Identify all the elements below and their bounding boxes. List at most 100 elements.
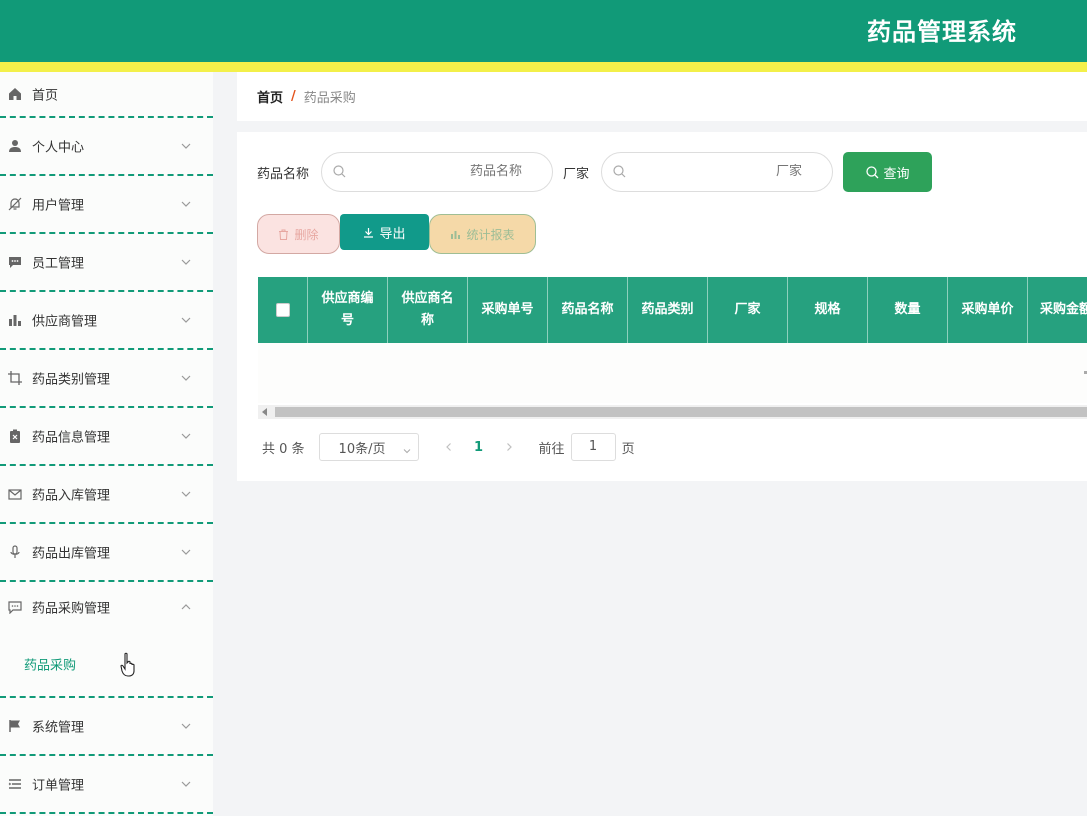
select-all-checkbox[interactable]: [275, 303, 290, 317]
table-empty-body: [258, 343, 1087, 403]
sidebar-item-label: 首页: [32, 88, 59, 104]
column-header[interactable]: 药品名称: [548, 277, 628, 343]
search-icon: [333, 165, 346, 178]
sidebar-item-orders[interactable]: 订单管理: [0, 756, 213, 814]
delete-button[interactable]: 删除: [257, 214, 340, 254]
pagination: 共 0 条 10条/页 1 前往 1 页: [262, 432, 635, 462]
horizontal-scrollbar[interactable]: [258, 405, 1087, 419]
sidebar-item-suppliers[interactable]: 供应商管理: [0, 292, 213, 350]
drug-name-input[interactable]: [372, 164, 523, 179]
crop-icon: [8, 371, 22, 385]
sidebar-item-stock-out[interactable]: 药品出库管理: [0, 524, 213, 582]
main-content: 首页 / 药品采购 药品名称 厂家 查询 删除: [237, 72, 1087, 481]
sidebar-item-label: 个人中心: [32, 140, 85, 156]
sidebar-item-label: 系统管理: [32, 720, 85, 736]
mail-icon: [8, 487, 22, 501]
column-header[interactable]: 数量: [868, 277, 948, 343]
search-icon: [613, 165, 626, 178]
sidebar: 首页 个人中心 用户管理 员工管理 供应商管理 药品类别管理 药品信息管理 药品…: [0, 72, 213, 816]
chat-icon: [8, 255, 22, 269]
drug-name-label: 药品名称: [257, 166, 310, 182]
flag-icon: [8, 719, 22, 733]
column-header[interactable]: 采购金额: [1028, 277, 1087, 343]
goto-page-input[interactable]: 1: [570, 433, 616, 461]
sidebar-item-label: 药品采购管理: [32, 601, 111, 617]
action-bar: 删除 导出 统计报表: [257, 214, 536, 254]
breadcrumb-separator: /: [291, 89, 296, 104]
chevron-down-icon: [180, 198, 192, 210]
sidebar-item-label: 用户管理: [32, 198, 85, 214]
search-icon: [865, 165, 878, 178]
chevron-up-icon: [180, 601, 192, 613]
column-header[interactable]: 厂家: [708, 277, 788, 343]
sidebar-item-drug-info[interactable]: 药品信息管理: [0, 408, 213, 466]
list-icon: [8, 777, 22, 791]
breadcrumb-current: 药品采购: [303, 91, 356, 106]
chevron-down-icon: [180, 546, 192, 558]
sidebar-item-system[interactable]: 系统管理: [0, 698, 213, 756]
sidebar-item-label: 药品类别管理: [32, 372, 111, 388]
search-bar: 药品名称 厂家 查询: [257, 152, 933, 192]
query-button[interactable]: 查询: [843, 152, 933, 192]
sidebar-item-label: 供应商管理: [32, 314, 98, 330]
chevron-down-icon: [180, 720, 192, 732]
breadcrumb-home[interactable]: 首页: [257, 87, 283, 106]
vendor-label: 厂家: [563, 166, 590, 182]
sidebar-subitem-drug-purchase[interactable]: 药品采购: [0, 632, 213, 698]
hand-cursor-icon: [119, 652, 139, 678]
sidebar-item-home[interactable]: 首页: [0, 72, 213, 118]
page-number[interactable]: 1: [459, 440, 499, 455]
sidebar-item-users[interactable]: 用户管理: [0, 176, 213, 234]
sidebar-item-staff[interactable]: 员工管理: [0, 234, 213, 292]
home-icon: [8, 87, 22, 101]
column-header[interactable]: 规格: [788, 277, 868, 343]
top-header: 药品管理系统: [0, 0, 1087, 62]
sidebar-item-label: 药品信息管理: [32, 430, 111, 446]
vendor-input-wrapper: [601, 152, 834, 192]
page-suffix: 页: [621, 441, 635, 457]
scroll-left-arrow-icon[interactable]: [262, 408, 267, 416]
sidebar-item-profile[interactable]: 个人中心: [0, 118, 213, 176]
query-button-label: 查询: [883, 165, 910, 181]
column-header[interactable]: 供应商编号: [308, 277, 388, 343]
column-header[interactable]: 采购单价: [948, 277, 1028, 343]
purchase-table-header: 供应商编号 供应商名称 采购单号 药品名称 药品类别 厂家 规格 数量 采购单价…: [258, 277, 1087, 343]
next-page-icon[interactable]: [499, 437, 519, 457]
sidebar-item-drug-categories[interactable]: 药品类别管理: [0, 350, 213, 408]
chevron-down-icon: [180, 314, 192, 326]
sidebar-item-purchase[interactable]: 药品采购管理: [0, 582, 213, 632]
delete-button-label: 删除: [294, 227, 319, 242]
sidebar-item-label: 订单管理: [32, 778, 85, 794]
chevron-down-icon: [180, 372, 192, 384]
scrollbar-thumb[interactable]: [275, 407, 1087, 417]
sidebar-item-label: 药品出库管理: [32, 546, 111, 562]
chevron-down-icon: [180, 488, 192, 500]
sidebar-item-stock-in[interactable]: 药品入库管理: [0, 466, 213, 524]
column-header[interactable]: 供应商名称: [388, 277, 468, 343]
sidebar-item-label: 药品入库管理: [32, 488, 111, 504]
export-button-label: 导出: [379, 226, 406, 242]
download-icon: [364, 227, 374, 238]
content-panel: 药品名称 厂家 查询 删除 导出: [237, 132, 1087, 481]
user-icon: [8, 139, 22, 153]
header-accent-bar: [0, 62, 1087, 72]
column-header[interactable]: 药品类别: [628, 277, 708, 343]
message-dots-icon: [8, 600, 22, 615]
bell-off-icon: [8, 197, 22, 211]
export-button[interactable]: 导出: [340, 214, 429, 250]
trash-icon: [279, 229, 289, 240]
breadcrumb: 首页 / 药品采购: [237, 72, 1087, 121]
chevron-down-icon: [403, 444, 411, 454]
clipboard-icon: [8, 429, 22, 443]
chevron-down-icon: [180, 256, 192, 268]
sidebar-item-label: 员工管理: [32, 256, 85, 272]
page-size-value: 10条/页: [338, 441, 386, 457]
chevron-down-icon: [180, 430, 192, 442]
vendor-input[interactable]: [652, 164, 803, 179]
microphone-icon: [8, 545, 22, 559]
stats-report-button[interactable]: 统计报表: [429, 214, 536, 254]
prev-page-icon[interactable]: [439, 437, 459, 457]
page-size-select[interactable]: 10条/页: [318, 433, 419, 461]
chevron-down-icon: [180, 140, 192, 152]
column-header[interactable]: 采购单号: [468, 277, 548, 343]
